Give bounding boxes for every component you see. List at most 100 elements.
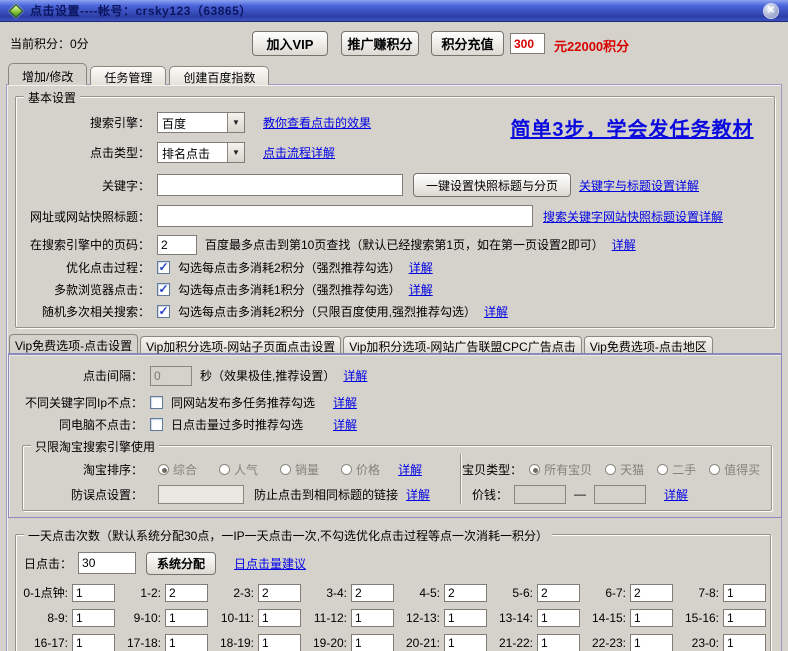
current-points-label: 当前积分：0分 xyxy=(10,35,89,52)
main-tab[interactable]: 增加/修改 xyxy=(8,63,87,85)
radio-option[interactable]: 所有宝贝 xyxy=(529,461,592,478)
chevron-down-icon[interactable]: ▼ xyxy=(227,113,244,132)
misclick-hint: 防止点击到相同标题的链接 xyxy=(254,486,398,503)
radio-option[interactable]: 二手 xyxy=(657,461,696,478)
hour-input[interactable] xyxy=(165,584,208,602)
misclick-label: 防误点设置： xyxy=(23,486,143,503)
hour-label: 9-10: xyxy=(115,611,161,625)
keyword-label: 关键字： xyxy=(16,177,150,194)
radio-option[interactable]: 销量 xyxy=(280,461,319,478)
recharge-amount-input[interactable] xyxy=(510,33,545,54)
hour-input[interactable] xyxy=(630,609,673,627)
vip-tab[interactable]: Vip加积分选项-网站子页面点击设置 xyxy=(140,336,341,353)
vip-tab[interactable]: Vip加积分选项-网站广告联盟CPC广告点击 xyxy=(343,336,581,353)
price-label: 价钱： xyxy=(472,486,508,503)
hour-input[interactable] xyxy=(444,634,487,651)
hour-input[interactable] xyxy=(351,584,394,602)
radio-option[interactable]: 人气 xyxy=(219,461,258,478)
same-pc-hint: 日点击量过多时推荐勾选 xyxy=(171,416,303,433)
hour-label: 17-18: xyxy=(115,636,161,650)
hour-input[interactable] xyxy=(72,609,115,627)
chevron-down-icon[interactable]: ▼ xyxy=(227,143,244,162)
hour-input[interactable] xyxy=(630,634,673,651)
browsers-detail-link[interactable]: 详解 xyxy=(409,281,433,298)
url-input[interactable] xyxy=(157,205,533,227)
pc-detail-link[interactable]: 详解 xyxy=(333,416,357,433)
hour-label: 15-16: xyxy=(673,611,719,625)
price-from-input[interactable] xyxy=(514,485,566,504)
click-flow-link[interactable]: 点击流程详解 xyxy=(263,144,335,161)
misclick-detail-link[interactable]: 详解 xyxy=(406,486,430,503)
vip-tab[interactable]: Vip免费选项-点击地区 xyxy=(584,336,713,353)
vip-tab[interactable]: Vip免费选项-点击设置 xyxy=(9,334,138,353)
main-tab[interactable]: 任务管理 xyxy=(90,66,166,85)
radio-icon xyxy=(219,464,230,475)
optimize-detail-link[interactable]: 详解 xyxy=(409,259,433,276)
interval-detail-link[interactable]: 详解 xyxy=(343,367,367,384)
hour-label: 2-3: xyxy=(208,586,254,600)
radio-option[interactable]: 天猫 xyxy=(605,461,644,478)
hour-cell: 7-8: xyxy=(673,583,766,602)
same-pc-checkbox[interactable]: ✓ xyxy=(150,418,163,431)
url-snapshot-detail-link[interactable]: 搜索关键字网站快照标题设置详解 xyxy=(543,208,723,225)
click-type-select[interactable]: 排名点击 ▼ xyxy=(157,142,245,163)
ip-nodup-checkbox[interactable]: ✓ xyxy=(150,396,163,409)
recharge-button[interactable]: 积分充值 xyxy=(431,31,504,56)
hour-input[interactable] xyxy=(165,634,208,651)
hour-label: 20-21: xyxy=(394,636,440,650)
random-detail-link[interactable]: 详解 xyxy=(484,303,508,320)
hour-input[interactable] xyxy=(537,584,580,602)
hour-input[interactable] xyxy=(351,609,394,627)
hour-input[interactable] xyxy=(723,609,766,627)
tutorial-link[interactable]: 简单3步，学会发任务教材 xyxy=(482,113,782,142)
view-effect-link[interactable]: 教你查看点击的效果 xyxy=(263,114,371,131)
system-assign-button[interactable]: 系统分配 xyxy=(146,552,216,575)
radio-option[interactable]: 综合 xyxy=(158,461,197,478)
hour-cell: 5-6: xyxy=(487,583,580,602)
join-vip-button[interactable]: 加入VIP xyxy=(252,31,328,56)
hour-input[interactable] xyxy=(165,609,208,627)
hour-input[interactable] xyxy=(258,609,301,627)
radio-option[interactable]: 价格 xyxy=(341,461,380,478)
keyword-title-detail-link[interactable]: 关键字与标题设置详解 xyxy=(579,177,699,194)
browsers-checkbox[interactable]: ✓ xyxy=(157,283,170,296)
hour-input[interactable] xyxy=(258,584,301,602)
hour-input[interactable] xyxy=(630,584,673,602)
optimize-checkbox[interactable]: ✓ xyxy=(157,261,170,274)
keyword-input[interactable] xyxy=(157,174,403,196)
misclick-input[interactable] xyxy=(158,485,244,504)
hour-input[interactable] xyxy=(444,609,487,627)
hour-input[interactable] xyxy=(351,634,394,651)
tab-page: 基本设置 搜索引擎： 百度 ▼ 教你查看点击的效果 简单3步，学会发任务教材 点… xyxy=(6,84,782,651)
search-engine-select[interactable]: 百度 ▼ xyxy=(157,112,245,133)
hour-input[interactable] xyxy=(723,584,766,602)
price-to-input[interactable] xyxy=(594,485,646,504)
close-icon[interactable]: ✕ xyxy=(763,3,779,19)
ip-detail-link[interactable]: 详解 xyxy=(333,394,357,411)
promote-earn-button[interactable]: 推广赚积分 xyxy=(341,31,419,56)
random-search-checkbox[interactable]: ✓ xyxy=(157,305,170,318)
main-tab[interactable]: 创建百度指数 xyxy=(169,66,269,85)
snapshot-setup-button[interactable]: 一键设置快照标题与分页 xyxy=(413,173,571,197)
taobao-sort-detail-link[interactable]: 详解 xyxy=(398,461,422,478)
radio-option[interactable]: 值得买 xyxy=(709,461,760,478)
radio-icon xyxy=(341,464,352,475)
taobao-sort-radios: 综合 人气 销量 价格 xyxy=(158,461,380,478)
check-icon: ✓ xyxy=(158,284,168,294)
interval-input[interactable] xyxy=(150,366,192,386)
hour-input[interactable] xyxy=(72,634,115,651)
radio-icon xyxy=(529,464,540,475)
hour-cell: 6-7: xyxy=(580,583,673,602)
hour-input[interactable] xyxy=(537,609,580,627)
hour-cell: 15-16: xyxy=(673,608,766,627)
hour-input[interactable] xyxy=(444,584,487,602)
hour-input[interactable] xyxy=(258,634,301,651)
page-number-input[interactable] xyxy=(157,235,197,255)
page-detail-link[interactable]: 详解 xyxy=(612,236,636,253)
daily-clicks-input[interactable] xyxy=(78,552,136,574)
hour-input[interactable] xyxy=(72,584,115,602)
hour-input[interactable] xyxy=(537,634,580,651)
daily-advice-link[interactable]: 日点击量建议 xyxy=(234,555,306,572)
price-detail-link[interactable]: 详解 xyxy=(664,486,688,503)
hour-input[interactable] xyxy=(723,634,766,651)
